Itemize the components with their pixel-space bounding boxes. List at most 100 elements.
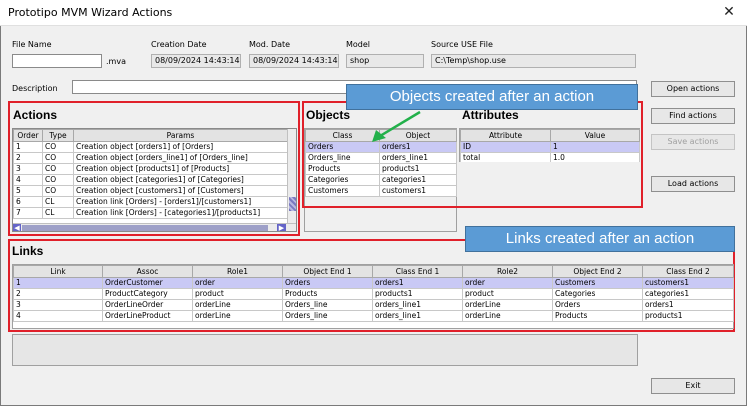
table-row[interactable]: 3 CO Creation object [products1] of [Produ… — [13, 163, 288, 175]
callout-arrow-icon — [372, 110, 421, 142]
cell: orderLine — [192, 299, 283, 311]
links-col-assoc[interactable]: Assoc — [102, 265, 193, 278]
cell: 5 — [13, 185, 43, 197]
file-name-input[interactable] — [12, 54, 102, 68]
exit-button[interactable]: Exit — [651, 378, 735, 394]
cell: Creation object [orders_line1] of [Order… — [73, 152, 288, 164]
cell: orderLine — [462, 299, 553, 311]
cell: CL — [42, 207, 74, 219]
cell: orderLine — [462, 310, 553, 322]
creation-date-field: 08/09/2024 14:43:14 — [151, 54, 241, 68]
links-col-link[interactable]: Link — [13, 265, 103, 278]
cell: order — [462, 277, 553, 289]
cell: Creation object [customers1] of [Custome… — [73, 185, 288, 197]
lower-empty-panel — [12, 334, 638, 366]
table-row[interactable]: 7 CL Creation link [Orders] - [categories1… — [13, 207, 288, 219]
actions-table: Order Type Params 1 CO Creation object [or… — [13, 129, 288, 219]
cell: Orders_line — [282, 310, 373, 322]
links-col-class-end-2[interactable]: Class End 2 — [642, 265, 734, 278]
table-row[interactable]: 3 OrderLineOrder orderLine Orders_line order… — [13, 299, 734, 311]
scroll-right-icon[interactable]: ▶ — [277, 224, 286, 231]
close-icon[interactable]: ✕ — [715, 2, 743, 22]
cell: customers1 — [642, 277, 734, 289]
open-actions-button[interactable]: Open actions — [651, 81, 735, 97]
cell: orders_line1 — [372, 299, 463, 311]
cell: orders1 — [642, 299, 734, 311]
cell: OrderCustomer — [102, 277, 193, 289]
cell: 6 — [13, 196, 43, 208]
cell: Orders — [282, 277, 373, 289]
table-row[interactable]: 2 ProductCategory product Products products1… — [13, 288, 734, 300]
table-row[interactable]: 1 OrderCustomer order Orders orders1 order Cus… — [13, 277, 734, 289]
cell: orderLine — [192, 310, 283, 322]
table-row[interactable]: 4 OrderLineProduct orderLine Orders_line ord… — [13, 310, 734, 322]
cell: CL — [42, 196, 74, 208]
scroll-thumb[interactable] — [289, 197, 296, 211]
cell: 7 — [13, 207, 43, 219]
cell: product — [192, 288, 283, 300]
actions-vertical-scrollbar[interactable] — [287, 129, 296, 223]
cell: Creation object [products1] of [Products… — [73, 163, 288, 175]
find-actions-button[interactable]: Find actions — [651, 108, 735, 124]
table-row[interactable]: 5 CO Creation object [customers1] of [Cust… — [13, 185, 288, 197]
links-col-role1[interactable]: Role1 — [192, 265, 283, 278]
actions-col-params[interactable]: Params — [73, 129, 288, 142]
cell: Customers — [552, 277, 643, 289]
links-col-object-end-2[interactable]: Object End 2 — [552, 265, 643, 278]
source-use-label: Source USE File — [431, 40, 493, 49]
cell: products1 — [642, 310, 734, 322]
save-actions-button[interactable]: Save actions — [651, 134, 735, 150]
cell: OrderLineProduct — [102, 310, 193, 322]
scroll-thumb[interactable] — [22, 225, 268, 231]
table-row[interactable]: 4 CO Creation object [categories1] of [Cat… — [13, 174, 288, 186]
table-row[interactable]: 2 CO Creation object [orders_line1] of [Or… — [13, 152, 288, 164]
links-col-object-end-1[interactable]: Object End 1 — [282, 265, 373, 278]
cell: CO — [42, 185, 74, 197]
cell: Orders_line — [282, 299, 373, 311]
load-actions-button[interactable]: Load actions — [651, 176, 735, 192]
cell: CO — [42, 152, 74, 164]
cell: CO — [42, 163, 74, 175]
cell: order — [192, 277, 283, 289]
cell: CO — [42, 141, 74, 153]
objects-attributes-highlight — [302, 101, 643, 208]
links-callout: Links created after an action — [465, 226, 735, 252]
cell: 2 — [13, 152, 43, 164]
actions-horizontal-scrollbar[interactable]: ◀ ▶ — [13, 223, 296, 231]
table-row[interactable]: 6 CL Creation link [Orders] - [orders1]/[c… — [13, 196, 288, 208]
creation-date-label: Creation Date — [151, 40, 207, 49]
cell: 1 — [13, 277, 103, 289]
cell: 3 — [13, 163, 43, 175]
actions-col-order[interactable]: Order — [13, 129, 43, 142]
table-row[interactable]: 1 CO Creation object [orders1] of [Orders] — [13, 141, 288, 153]
cell: 4 — [13, 310, 103, 322]
scroll-left-icon[interactable]: ◀ — [13, 224, 21, 231]
cell: orders_line1 — [372, 310, 463, 322]
description-label: Description — [12, 84, 58, 93]
links-panel: Link Assoc Role1 Object End 1 Class End … — [12, 264, 734, 329]
cell: ProductCategory — [102, 288, 193, 300]
actions-table-container: Order Type Params 1 CO Creation object [or… — [12, 128, 297, 232]
cell: products1 — [372, 288, 463, 300]
links-col-role2[interactable]: Role2 — [462, 265, 553, 278]
window-title: Prototipo MVM Wizard Actions — [8, 6, 173, 19]
file-extension: .mva — [106, 57, 126, 66]
cell: OrderLineOrder — [102, 299, 193, 311]
model-field: shop — [346, 54, 424, 68]
cell: Creation object [orders1] of [Orders] — [73, 141, 288, 153]
actions-heading: Actions — [13, 108, 58, 122]
links-table: Link Assoc Role1 Object End 1 Class End … — [13, 265, 734, 322]
cell: CO — [42, 174, 74, 186]
links-heading: Links — [12, 244, 44, 258]
source-use-field: C:\Temp\shop.use — [431, 54, 636, 68]
cell: 2 — [13, 288, 103, 300]
mod-date-field: 08/09/2024 14:43:14 — [249, 54, 339, 68]
cell: 4 — [13, 174, 43, 186]
cell: categories1 — [642, 288, 734, 300]
cell: Products — [282, 288, 373, 300]
cell: Orders — [552, 299, 643, 311]
links-col-class-end-1[interactable]: Class End 1 — [372, 265, 463, 278]
cell: Creation object [categories1] of [Catego… — [73, 174, 288, 186]
actions-col-type[interactable]: Type — [42, 129, 74, 142]
cell: 3 — [13, 299, 103, 311]
